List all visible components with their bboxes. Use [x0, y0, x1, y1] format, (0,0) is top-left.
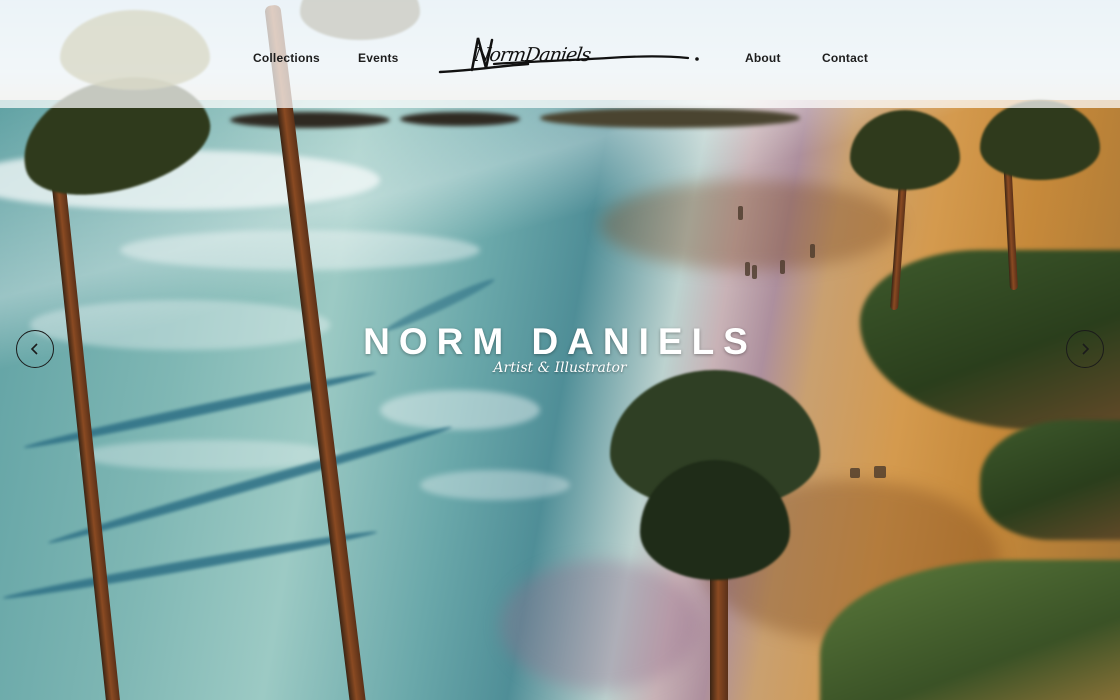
chevron-right-icon	[1082, 343, 1090, 355]
hero-title: NORM DANIELS	[363, 321, 757, 362]
nav-contact-link[interactable]: Contact	[822, 51, 868, 65]
site-header: Collections Events NormDaniels About Con…	[0, 0, 1120, 108]
chevron-left-icon	[30, 343, 38, 355]
nav-about-link[interactable]: About	[745, 51, 781, 65]
logo-signature-text: NormDaniels	[472, 44, 592, 66]
slider-next-button[interactable]	[1066, 330, 1104, 368]
nav-collections-link[interactable]: Collections	[253, 51, 320, 65]
nav-events-link[interactable]: Events	[358, 51, 399, 65]
hero-subtitle: Artist & Illustrator	[493, 360, 627, 376]
slider-prev-button[interactable]	[16, 330, 54, 368]
